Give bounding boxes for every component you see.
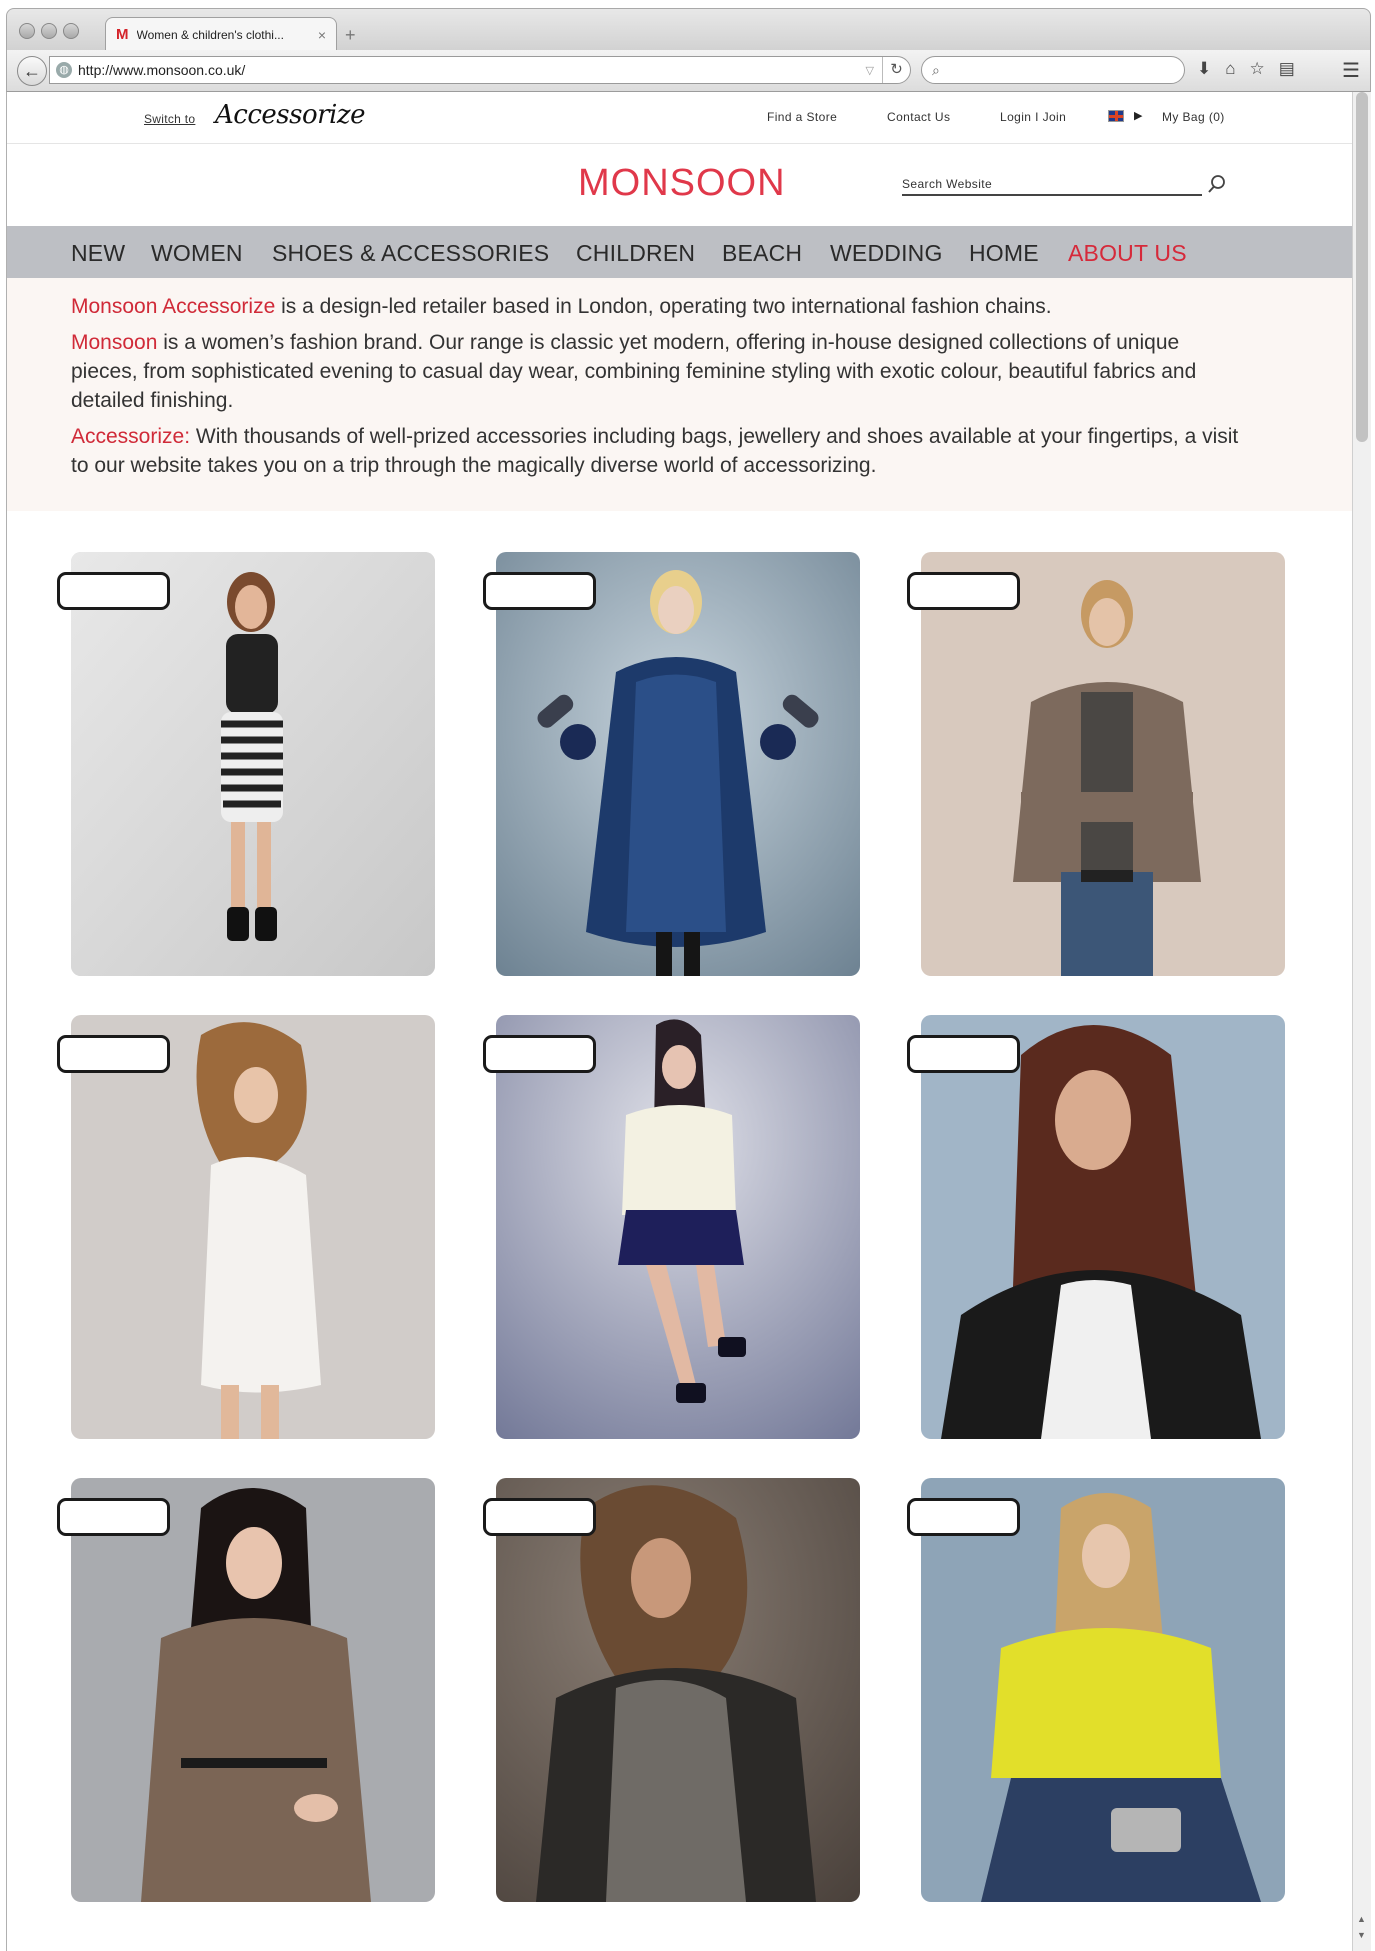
label-badge <box>483 1035 596 1073</box>
product-card[interactable] <box>71 552 435 976</box>
product-card[interactable] <box>921 552 1285 976</box>
about-text-1: is a design-led retailer based in London… <box>275 295 1052 318</box>
nav-item-women[interactable]: WOMEN <box>151 240 243 267</box>
scroll-thumb[interactable] <box>1356 92 1368 442</box>
magnifier-icon[interactable] <box>1207 174 1227 194</box>
monsoon-favicon-icon: M <box>116 26 129 43</box>
product-card[interactable] <box>71 1015 435 1439</box>
login-join-link[interactable]: Login I Join <box>1000 110 1066 124</box>
model-photo <box>71 1478 435 1902</box>
download-icon[interactable]: ⬇ <box>1197 59 1211 79</box>
nav-item-beach[interactable]: BEACH <box>722 240 802 267</box>
hamburger-menu-icon[interactable]: ☰ <box>1342 58 1360 83</box>
triangle-right-icon[interactable]: ▶ <box>1134 109 1142 122</box>
bookmark-star-icon[interactable]: ☆ <box>1250 59 1265 79</box>
browser-tab[interactable]: M Women & children's clothi... × <box>105 17 337 51</box>
nav-item-about-us[interactable]: ABOUT US <box>1068 240 1187 267</box>
accessorize-logo[interactable]: Accessorize <box>215 100 365 130</box>
about-text-3: With thousands of well-prized accessorie… <box>71 425 1239 477</box>
model-photo <box>921 1015 1285 1439</box>
browser-tab-bar: M Women & children's clothi... × + <box>6 8 1371 51</box>
my-bag-link[interactable]: My Bag (0) <box>1162 110 1225 124</box>
label-badge <box>57 572 170 610</box>
utility-bar: Switch to Accessorize Find a Store Conta… <box>7 92 1352 144</box>
toolbar-icons: ⬇ ⌂ ☆ ▤ <box>1197 59 1295 79</box>
nav-item-wedding[interactable]: WEDDING <box>830 240 943 267</box>
model-photo <box>496 1015 860 1439</box>
url-text: http://www.monsoon.co.uk/ <box>78 62 246 78</box>
product-card[interactable] <box>71 1478 435 1902</box>
model-photo <box>496 552 860 976</box>
scroll-up-icon[interactable]: ▲ <box>1357 1914 1366 1924</box>
clipboard-icon[interactable]: ▤ <box>1279 59 1295 79</box>
label-badge <box>57 1035 170 1073</box>
minimize-window-icon[interactable] <box>41 23 57 39</box>
label-badge <box>483 1498 596 1536</box>
reload-icon[interactable]: ↻ <box>882 57 910 83</box>
home-icon[interactable]: ⌂ <box>1225 59 1235 79</box>
label-badge <box>483 572 596 610</box>
site-search-input[interactable]: Search Website <box>902 174 1202 196</box>
contact-us-link[interactable]: Contact Us <box>887 110 950 124</box>
about-paragraph-1: Monsoon Accessorize is a design-led reta… <box>71 292 1251 321</box>
about-paragraph-2: Monsoon is a women’s fashion brand. Our … <box>71 328 1251 415</box>
browser-toolbar: ← ◍ http://www.monsoon.co.uk/ ▽ ↻ ⌕ ⬇ ⌂ … <box>6 50 1371 92</box>
about-panel: Monsoon Accessorize is a design-led reta… <box>7 278 1352 511</box>
monsoon-logo[interactable]: MONSOON <box>578 162 786 205</box>
scroll-down-icon[interactable]: ▼ <box>1357 1930 1366 1940</box>
main-nav: NEW WOMEN SHOES & ACCESSORIES CHILDREN B… <box>7 226 1352 278</box>
nav-item-children[interactable]: CHILDREN <box>576 240 695 267</box>
nav-item-home[interactable]: HOME <box>969 240 1039 267</box>
tab-close-icon[interactable]: × <box>318 27 326 43</box>
about-paragraph-3: Accessorize: With thousands of well-priz… <box>71 422 1251 480</box>
close-window-icon[interactable] <box>19 23 35 39</box>
label-badge <box>907 572 1020 610</box>
vertical-scrollbar[interactable]: ▲ ▼ <box>1352 92 1371 1951</box>
product-card[interactable] <box>921 1478 1285 1902</box>
browser-search-field[interactable]: ⌕ <box>921 56 1185 84</box>
switch-to-link[interactable]: Switch to <box>144 112 195 126</box>
zoom-window-icon[interactable] <box>63 23 79 39</box>
product-card[interactable] <box>496 552 860 976</box>
label-badge <box>907 1498 1020 1536</box>
model-photo <box>921 552 1285 976</box>
model-photo <box>921 1478 1285 1902</box>
history-dropdown-icon[interactable]: ▽ <box>866 64 874 77</box>
model-photo <box>496 1478 860 1902</box>
page-viewport: Switch to Accessorize Find a Store Conta… <box>6 92 1352 1951</box>
model-photo <box>71 552 435 976</box>
about-highlight-1: Monsoon Accessorize <box>71 295 276 318</box>
product-card[interactable] <box>496 1015 860 1439</box>
uk-flag-icon[interactable] <box>1108 110 1124 122</box>
model-photo <box>71 1015 435 1439</box>
globe-icon: ◍ <box>56 62 72 78</box>
about-highlight-2: Monsoon <box>71 331 158 354</box>
header: MONSOON Search Website <box>7 144 1352 234</box>
search-icon: ⌕ <box>932 62 940 78</box>
nav-item-new[interactable]: NEW <box>71 240 125 267</box>
nav-item-shoes-accessories[interactable]: SHOES & ACCESSORIES <box>272 240 549 267</box>
address-bar[interactable]: ◍ http://www.monsoon.co.uk/ ▽ ↻ <box>49 56 911 84</box>
product-card[interactable] <box>921 1015 1285 1439</box>
find-store-link[interactable]: Find a Store <box>767 110 837 124</box>
product-card[interactable] <box>496 1478 860 1902</box>
about-text-2: is a women’s fashion brand. Our range is… <box>71 331 1197 412</box>
label-badge <box>907 1035 1020 1073</box>
new-tab-button[interactable]: + <box>345 25 356 46</box>
label-badge <box>57 1498 170 1536</box>
about-highlight-3: Accessorize: <box>71 425 191 448</box>
tab-title: Women & children's clothi... <box>136 27 284 42</box>
back-button[interactable]: ← <box>17 56 47 86</box>
